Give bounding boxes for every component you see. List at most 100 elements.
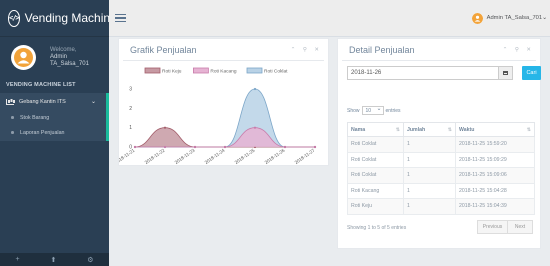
settings-icon[interactable]: ⚙ [87,256,93,264]
welcome-text: Welcome, [50,46,77,53]
cell-nama: Roti Coklat [347,136,404,153]
table-row: Roti Kacang 1 2018-11-25 15:04:28 [347,182,535,199]
panel-title: Detail Penjualan [349,44,415,55]
sidebar: </> Vending Machine Welcome, Admin TA_Sa… [0,0,117,266]
cell-nama: Roti Keju [347,198,404,215]
profile-name-line2: TA_Salsa_701 [50,60,89,67]
sidebar-menu-gebang-kantin: Gebang Kantin ITS ⌄ Stok Barang Laporan … [0,93,109,141]
sidebar-subitem-laporan-penjualan[interactable]: Laporan Penjualan [0,125,106,140]
data-point [163,126,167,129]
entries-length: Show 10 entries [347,105,401,115]
sidebar-item-gebang-kantin[interactable]: Gebang Kantin ITS ⌄ [0,93,106,110]
x-tick-label: 2018-11-27 [294,147,316,165]
cell-jumlah: 1 [403,151,456,168]
data-point [313,145,317,149]
table-row: Roti Coklat 1 2018-11-25 15:59:20 [347,136,535,153]
cell-nama: Roti Coklat [347,151,404,168]
cell-waktu: 2018-11-25 15:09:06 [455,167,535,184]
cell-waktu: 2018-11-25 15:04:39 [455,198,535,215]
y-tick-label: 1 [129,125,132,131]
panel-header: Detail Penjualan ⌃ ⚲ ✕ [342,39,536,61]
cari-button[interactable]: Cari [522,66,541,80]
column-header-jumlah[interactable]: Jumlah ⇅ [403,122,456,137]
previous-button[interactable]: Previous [477,220,508,234]
user-avatar-small-icon [471,12,483,24]
data-point [133,145,137,149]
y-tick-label: 3 [129,87,132,93]
legend-label: Roti Keju [162,69,182,75]
show-label: Show [347,107,360,114]
sidebar-subitem-stok-barang[interactable]: Stok Barang [0,110,106,125]
x-tick-label: 2018-11-21 [119,147,136,165]
panel-tools-icon[interactable]: ⌃ ⚲ ✕ [291,47,322,53]
sidebar-item-label: Gebang Kantin ITS [19,98,66,105]
x-tick-label: 2018-11-23 [174,147,196,165]
x-tick-label: 2018-11-22 [144,147,166,165]
cell-waktu: 2018-11-25 15:04:28 [455,182,535,199]
sales-chart: Roti Keju Roti Kacang Roti Coklat01232018-… [119,67,317,165]
cell-waktu: 2018-11-25 15:59:20 [455,136,535,153]
series-area [135,127,315,147]
table-row: Roti Coklat 1 2018-11-25 15:09:06 [347,167,535,184]
menu-toggle-icon[interactable] [115,13,126,23]
detail-penjualan-panel: Detail Penjualan ⌃ ⚲ ✕ 2018-11-26 Cari S… [337,38,541,249]
cell-nama: Roti Coklat [347,167,404,184]
cell-jumlah: 1 [403,167,456,184]
date-filter: 2018-11-26 Cari [347,66,541,80]
legend-swatch [144,67,161,74]
sort-icon: ⇅ [395,127,400,133]
grafik-penjualan-panel: Grafik Penjualan ⌃ ⚲ ✕ Roti Keju Roti Kac… [118,38,329,166]
sales-table: Nama ⇅ Jumlah ⇅ Waktu ⇅ Roti Coklat 1 2018-11… [347,122,535,215]
sort-icon: ⇅ [447,127,452,133]
x-tick-label: 2018-11-24 [204,147,226,165]
sidebar-footer: + ⬆ ⚙ [0,253,109,266]
data-point [253,87,257,91]
bar-chart-icon [6,98,14,105]
profile-name-line1: Admin [50,53,68,60]
column-header-nama[interactable]: Nama ⇅ [347,122,404,137]
brand[interactable]: </> Vending Machine [0,0,117,37]
user-menu[interactable]: Admin TA_Salsa_701 ⌄ [471,12,547,24]
table-row: Roti Coklat 1 2018-11-25 15:09:29 [347,151,535,168]
data-point [193,145,197,149]
plus-icon[interactable]: + [15,256,19,263]
entries-label: entries [385,107,401,114]
entries-select[interactable]: 10 [361,105,384,115]
cell-nama: Roti Kacang [347,182,404,199]
cell-jumlah: 1 [403,198,456,215]
sort-icon: ⇅ [526,127,531,133]
code-logo-icon: </> [8,9,20,27]
table-row: Roti Keju 1 2018-11-25 15:04:39 [347,198,535,215]
upload-icon[interactable]: ⬆ [50,256,56,264]
data-point [253,126,257,129]
data-point [163,145,167,149]
legend-swatch [246,67,263,74]
chevron-down-icon: ⌄ [90,99,96,105]
caret-down-icon: ⌄ [542,15,547,21]
app-title: Vending Machine [24,11,117,25]
user-avatar-icon [11,45,36,69]
panel-title: Grafik Penjualan [130,44,197,55]
cell-waktu: 2018-11-25 15:09:29 [455,151,535,168]
y-tick-label: 2 [129,106,132,112]
user-name: Admin TA_Salsa_701 [486,15,543,21]
panel-tools-icon[interactable]: ⌃ ⚲ ✕ [503,47,534,53]
data-point [283,145,287,149]
profile-info: Welcome, Admin TA_Salsa_701 [50,47,89,68]
cell-jumlah: 1 [403,136,456,153]
legend-label: Roti Coklat [264,69,288,75]
data-point [223,145,227,149]
section-title: VENDING MACHINE LIST [6,82,76,88]
table-info: Showing 1 to 5 of 5 entries [347,225,407,231]
column-header-waktu[interactable]: Waktu ⇅ [455,122,535,137]
legend-label: Roti Kacang [210,69,236,75]
x-tick-label: 2018-11-25 [234,147,256,165]
calendar-icon[interactable] [499,66,513,80]
legend-swatch [193,67,209,74]
next-button[interactable]: Next [508,220,533,234]
profile: Welcome, Admin TA_Salsa_701 [0,37,109,77]
x-tick-label: 2018-11-26 [264,147,286,165]
panel-header: Grafik Penjualan ⌃ ⚲ ✕ [123,39,324,61]
cell-jumlah: 1 [403,182,456,199]
date-input[interactable]: 2018-11-26 [347,66,499,80]
